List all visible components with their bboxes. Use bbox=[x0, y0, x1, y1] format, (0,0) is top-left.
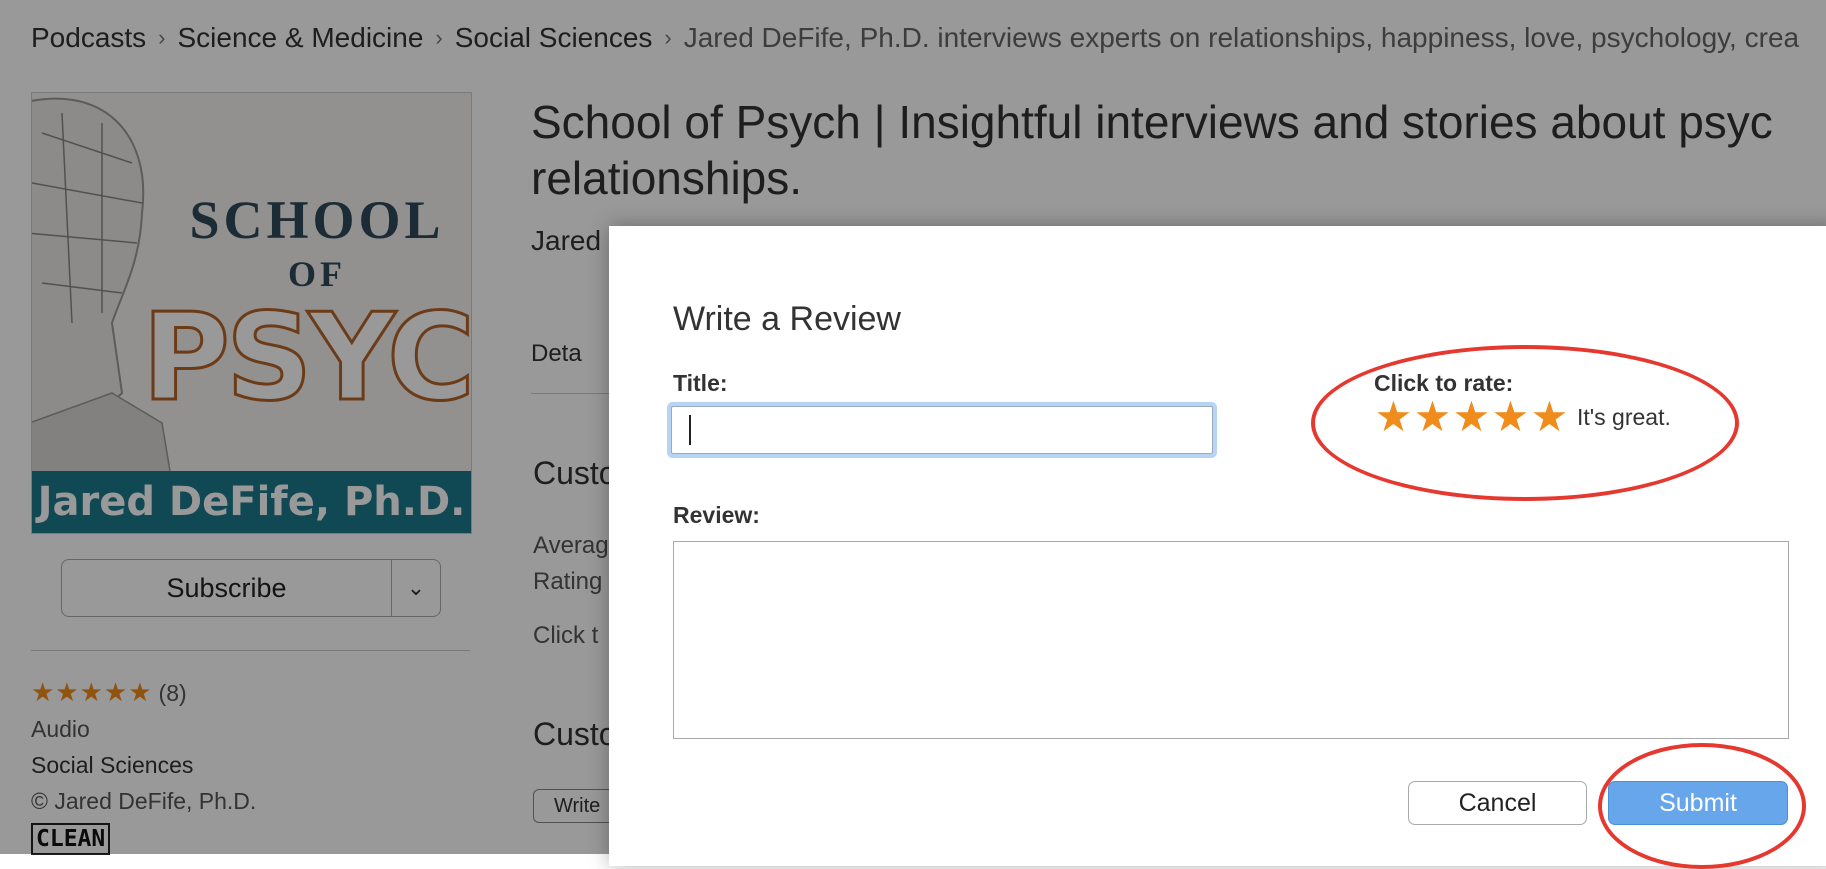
star-icon-4[interactable]: ★ bbox=[1491, 396, 1530, 438]
cancel-button[interactable]: Cancel bbox=[1408, 781, 1587, 825]
submit-button[interactable]: Submit bbox=[1608, 781, 1788, 825]
star-icon-2[interactable]: ★ bbox=[1413, 396, 1452, 438]
title-label: Title: bbox=[673, 370, 728, 396]
review-textarea[interactable] bbox=[673, 541, 1789, 739]
write-review-dialog: Write a Review Title: Click to rate: ★ ★… bbox=[609, 226, 1826, 866]
star-icon-3[interactable]: ★ bbox=[1452, 396, 1491, 438]
star-icon-1[interactable]: ★ bbox=[1374, 396, 1413, 438]
rating-description: It's great. bbox=[1577, 404, 1671, 430]
review-title-input[interactable] bbox=[671, 406, 1213, 454]
dialog-title: Write a Review bbox=[673, 300, 901, 338]
review-label: Review: bbox=[673, 502, 760, 528]
text-caret bbox=[689, 415, 691, 445]
star-rating-input[interactable]: ★ ★ ★ ★ ★ bbox=[1374, 396, 1569, 438]
star-icon-5[interactable]: ★ bbox=[1530, 396, 1569, 438]
